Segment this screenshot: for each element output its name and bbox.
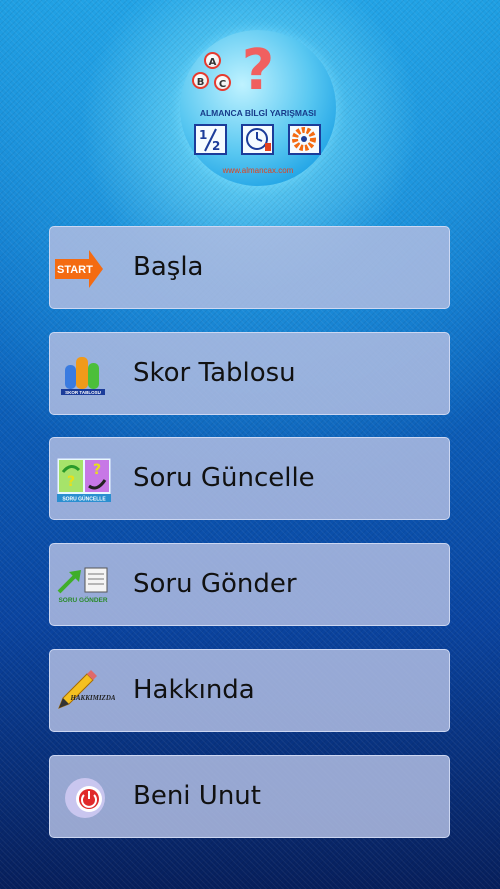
start-icon-label: START xyxy=(57,264,93,276)
ball-c: C xyxy=(214,74,231,91)
update-questions-button[interactable]: ? ? SORU GÜNCELLE Soru Güncelle xyxy=(49,437,450,520)
svg-text:?: ? xyxy=(67,474,75,490)
about-button[interactable]: HAKKIMIZDA Hakkında xyxy=(49,649,450,732)
app-logo: A B C ? ALMANCA BİLGİ YARIŞMASI 1 2 www.… xyxy=(180,30,336,186)
refresh-questions-icon: ? ? SORU GÜNCELLE xyxy=(53,456,115,504)
fraction-icon: 1 2 xyxy=(194,124,227,155)
svg-text:?: ? xyxy=(93,462,101,478)
send-question-button[interactable]: SORU GÖNDER Soru Gönder xyxy=(49,543,450,626)
ball-a: A xyxy=(204,52,221,69)
score-table-button[interactable]: SKOR TABLOSU Skor Tablosu xyxy=(49,332,450,415)
about-label: Hakkında xyxy=(133,675,255,705)
svg-text:2: 2 xyxy=(212,139,220,153)
bar-chart-icon: SKOR TABLOSU xyxy=(53,351,115,399)
ball-b: B xyxy=(192,72,209,89)
start-label: Başla xyxy=(133,252,204,282)
forget-me-label: Beni Unut xyxy=(133,781,261,811)
clock-icon xyxy=(241,124,274,155)
svg-text:1: 1 xyxy=(199,128,207,142)
score-table-label: Skor Tablosu xyxy=(133,358,296,388)
spinner-icon xyxy=(288,124,321,155)
logo-title: ALMANCA BİLGİ YARIŞMASI xyxy=(199,108,317,118)
update-icon-label: SORU GÜNCELLE xyxy=(62,496,106,503)
question-mark-icon: ? xyxy=(241,38,275,103)
pencil-icon: HAKKIMIZDA xyxy=(53,668,116,716)
abc-balls-icon: A B C xyxy=(186,50,242,102)
logo-icon-row: 1 2 xyxy=(194,124,322,156)
forget-me-button[interactable]: Beni Unut xyxy=(49,755,450,838)
logo-url: www.almancax.com xyxy=(222,166,294,175)
send-question-icon: SORU GÖNDER xyxy=(53,562,115,610)
about-icon-label: HAKKIMIZDA xyxy=(69,694,115,702)
update-questions-label: Soru Güncelle xyxy=(133,463,315,493)
send-icon-label: SORU GÖNDER xyxy=(58,595,107,604)
start-button[interactable]: START Başla xyxy=(49,226,450,309)
send-question-label: Soru Gönder xyxy=(133,569,297,599)
power-icon xyxy=(53,774,115,822)
score-icon-label: SKOR TABLOSU xyxy=(65,390,101,395)
start-arrow-icon: START xyxy=(53,245,115,293)
